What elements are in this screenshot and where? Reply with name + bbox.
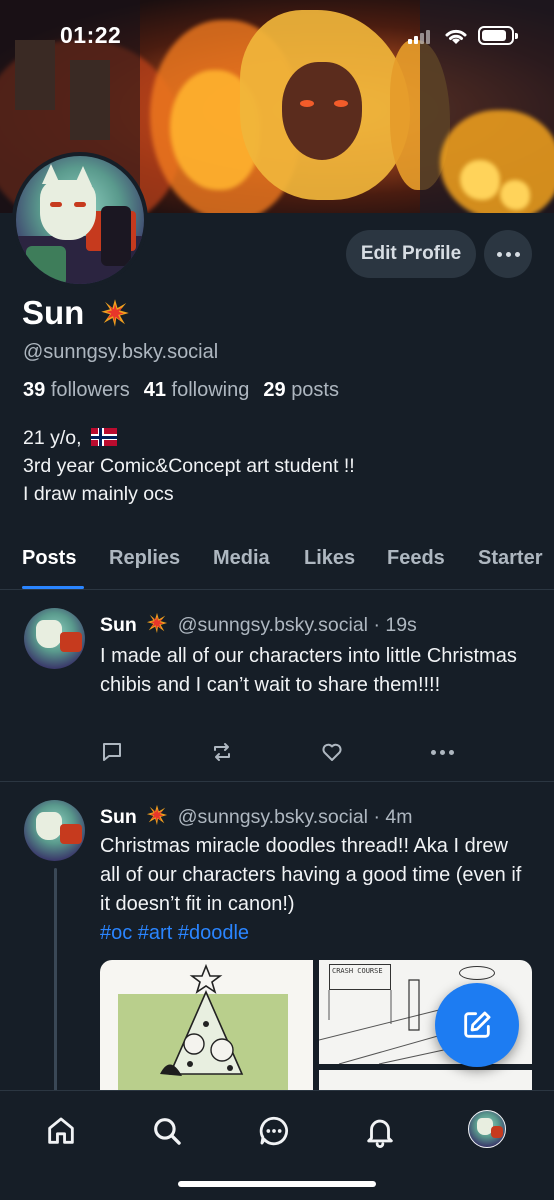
post-actions [100,738,460,766]
nav-notifications[interactable] [360,1111,400,1151]
wifi-icon [445,29,467,44]
profile-stats: 39 followers 41 following 29 posts [23,379,339,402]
post-header: Sun @sunngsy.bsky.social · 19s [100,612,417,637]
following-stat[interactable]: 41 following [144,379,250,402]
nav-home[interactable] [41,1111,81,1151]
display-name-text: Sun [22,294,85,331]
post-author-name[interactable]: Sun [100,614,137,636]
search-icon [154,1118,181,1145]
post-image-1[interactable] [100,960,313,1090]
display-name: Sun [22,294,134,332]
profile-bio: 21 y/o, 3rd year Comic&Concept art stude… [23,424,355,508]
post-header: Sun @sunngsy.bsky.social · 4m [100,804,412,829]
post-text: I made all of our characters into little… [100,645,517,696]
nav-search[interactable] [147,1111,187,1151]
post-image-3[interactable] [319,1070,532,1090]
post-text: Christmas miracle doodles thread!! Aka I… [100,832,530,948]
christmas-tree-drawing [160,964,244,1076]
tab-posts[interactable]: Posts [22,547,76,570]
reply-icon[interactable] [100,740,124,764]
posts-stat: 29 posts [263,379,339,401]
post-author-name[interactable]: Sun [100,806,137,828]
post-more-icon[interactable] [431,750,454,755]
post-timestamp: · 19s [373,614,417,636]
home-icon [48,1117,74,1144]
thread-line [54,868,57,1090]
post-hashtags[interactable]: #oc #art #doodle [100,919,530,948]
post-item[interactable]: Sun @sunngsy.bsky.social · 19s I made al… [0,590,554,780]
tab-media[interactable]: Media [213,547,270,570]
post-text-content: Christmas miracle doodles thread!! Aka I… [100,835,522,915]
tab-likes[interactable]: Likes [304,547,355,570]
post-author-avatar[interactable] [24,800,85,861]
like-icon[interactable] [320,740,344,764]
profile-avatar[interactable] [12,152,148,288]
tab-feeds[interactable]: Feeds [387,547,445,570]
tab-starter[interactable]: Starter [478,547,542,570]
bio-line-1: 21 y/o, [23,427,82,449]
repost-icon[interactable] [210,740,234,764]
post-timestamp: · 4m [373,806,413,828]
norway-flag-icon [90,428,117,446]
bio-line-3: I draw mainly ocs [23,483,174,505]
followers-stat[interactable]: 39 followers [23,379,130,402]
tab-replies[interactable]: Replies [109,547,180,570]
post-author-avatar[interactable] [24,608,85,669]
profile-more-button[interactable] [484,230,532,278]
more-icon [496,251,520,257]
profile-tabs: Posts Replies Media Likes Feeds Starter [0,538,554,590]
active-tab-indicator [22,586,84,589]
collision-emoji-icon [147,804,168,826]
collision-emoji-icon [147,612,168,634]
compose-button[interactable] [435,983,519,1067]
status-time: 01:22 [60,22,122,48]
post-author-handle: @sunngsy.bsky.social [177,614,369,636]
compose-icon [464,1011,491,1038]
collision-emoji-icon [100,299,129,327]
post-author-handle: @sunngsy.bsky.social [177,806,369,828]
battery-icon [478,26,518,45]
profile-handle: @sunngsy.bsky.social [23,341,219,363]
cellular-signal-icon [408,30,430,44]
nav-profile-avatar[interactable] [468,1110,506,1148]
home-indicator [178,1181,376,1187]
edit-profile-button[interactable]: Edit Profile [346,230,476,278]
status-bar: 01:22 [0,0,554,64]
nav-chat[interactable] [254,1111,294,1151]
bio-line-2: 3rd year Comic&Concept art student !! [23,455,355,477]
chat-icon [259,1116,289,1146]
bell-icon [367,1119,393,1148]
